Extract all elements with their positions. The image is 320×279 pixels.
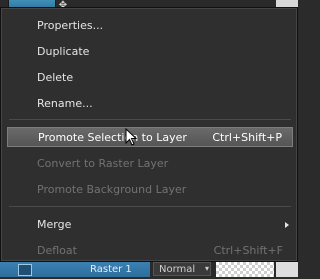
menu-item-rename[interactable]: Rename... <box>7 94 293 114</box>
menu-item-duplicate[interactable]: Duplicate <box>7 42 293 62</box>
menu-item-promote-selection[interactable]: Promote Selection to Layer Ctrl+Shift+P <box>7 127 293 147</box>
menu-item-label: Merge <box>37 218 72 231</box>
menu-item-properties[interactable]: Properties... <box>7 16 293 36</box>
menu-item-shortcut: Ctrl+Shift+P <box>212 131 282 144</box>
menu-separator <box>9 206 291 207</box>
layer-context-menu: Properties... Duplicate Delete Rename...… <box>0 7 298 262</box>
menu-item-label: Delete <box>37 71 74 84</box>
menu-item-merge[interactable]: Merge <box>7 215 293 235</box>
menu-item-label: Duplicate <box>37 45 90 58</box>
layer-name[interactable]: Raster 1 <box>90 261 132 277</box>
menu-item-convert-to-raster[interactable]: Convert to Raster Layer <box>7 154 293 174</box>
menu-item-label: Promote Selection to Layer <box>38 131 187 144</box>
menu-item-shortcut: Ctrl+Shift+F <box>213 244 283 257</box>
layer-thumbnail-icon <box>18 264 32 276</box>
menu-item-label: Rename... <box>37 97 93 110</box>
menu-separator <box>9 119 291 120</box>
opacity-swatch[interactable] <box>216 262 274 277</box>
blend-mode-select[interactable]: Normal <box>153 262 211 276</box>
menu-item-promote-background[interactable]: Promote Background Layer <box>7 180 293 200</box>
menu-item-label: Promote Background Layer <box>37 183 187 196</box>
mouse-pointer-icon <box>125 128 137 146</box>
menu-item-label: Convert to Raster Layer <box>37 157 169 170</box>
menu-item-label: Defloat <box>37 244 77 257</box>
chevron-down-icon: ▾ <box>205 264 210 273</box>
palette-edge <box>276 261 298 277</box>
menu-item-defloat[interactable]: Defloat Ctrl+Shift+F <box>7 241 293 261</box>
menu-item-delete[interactable]: Delete <box>7 68 293 88</box>
menu-item-label: Properties... <box>37 19 104 32</box>
chevron-right-icon <box>285 222 289 228</box>
